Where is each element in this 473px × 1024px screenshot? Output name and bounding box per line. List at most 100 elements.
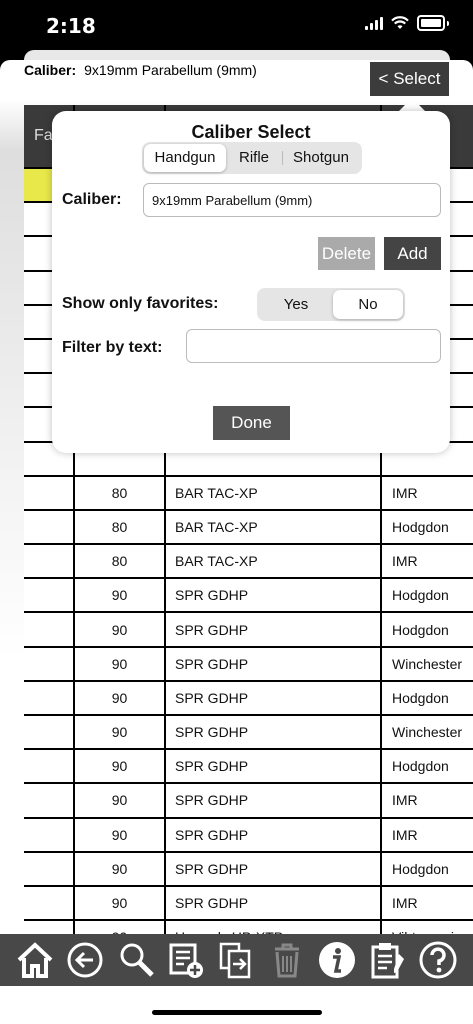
- filter-label: Filter by text:: [62, 339, 163, 356]
- segment-shotgun[interactable]: Shotgun: [283, 144, 359, 172]
- status-icons: [365, 15, 449, 31]
- cell-powder: Hodgdon: [392, 518, 449, 535]
- cell-favorite: [24, 886, 75, 920]
- info-icon[interactable]: [317, 940, 357, 980]
- segment-rifle[interactable]: Rifle: [226, 144, 282, 172]
- search-icon[interactable]: [116, 940, 156, 980]
- cell-bullet: BAR TAC-XP: [166, 476, 382, 509]
- cell-weight: 80: [75, 545, 166, 578]
- cell-favorite: [24, 784, 75, 817]
- table-row[interactable]: 90 SPR GDHP IMR: [24, 886, 473, 922]
- cell-favorite: [24, 579, 75, 612]
- cell-powder: IMR: [392, 826, 418, 843]
- signal-icon: [365, 16, 383, 30]
- segment-handgun[interactable]: Handgun: [144, 144, 226, 172]
- cell-powder: Hodgdon: [392, 689, 449, 706]
- cell-favorite: [24, 716, 75, 749]
- battery-icon: [417, 15, 445, 31]
- wifi-icon: [391, 16, 409, 29]
- table-row[interactable]: 90 SPR GDHP Hodgdon: [24, 750, 473, 785]
- cell-favorite: [24, 681, 75, 714]
- cell-bullet: SPR GDHP: [166, 784, 382, 817]
- home-indicator-area: [0, 986, 473, 1024]
- cell-powder: Hodgdon: [392, 621, 449, 638]
- select-caliber-button[interactable]: < Select: [370, 62, 449, 96]
- caliber-field[interactable]: 9x19mm Parabellum (9mm): [143, 183, 441, 217]
- back-icon[interactable]: [65, 940, 105, 980]
- cell-weight: 80: [75, 510, 166, 544]
- cell-powder: IMR: [392, 792, 418, 809]
- cell-powder: Hodgdon: [392, 860, 449, 877]
- dialog-title: Caliber Select: [191, 122, 311, 142]
- delete-button[interactable]: Delete: [318, 237, 375, 270]
- favorites-segmented-control: Yes No: [257, 288, 405, 321]
- table-row[interactable]: 90 SPR GDHP Hodgdon: [24, 852, 473, 887]
- done-button[interactable]: Done: [213, 406, 290, 440]
- table-row[interactable]: 90 SPR GDHP IMR: [24, 818, 473, 853]
- cell-powder: Hodgdon: [392, 758, 449, 775]
- caliber-select-dialog: Caliber Select Handgun Rifle Shotgun Cal…: [52, 111, 450, 453]
- bottom-toolbar: [0, 934, 473, 986]
- current-caliber: Caliber: 9x19mm Parabellum (9mm): [24, 62, 257, 78]
- status-time: 2:18: [46, 14, 96, 38]
- cell-favorite: [24, 545, 75, 578]
- cell-favorite: [24, 921, 75, 934]
- favorites-label: Show only favorites:: [62, 295, 219, 312]
- table-row[interactable]: 80 BAR TAC-XP Hodgdon: [24, 510, 473, 546]
- cell-bullet: SPR GDHP: [166, 852, 382, 885]
- cell-bullet: SPR GDHP: [166, 681, 382, 714]
- current-caliber-label: Caliber:: [24, 62, 77, 78]
- cell-weight: 90: [75, 784, 166, 817]
- header-label-favorite: Fa: [34, 127, 53, 144]
- cell-weight: 80: [75, 476, 166, 509]
- table-row[interactable]: 90 SPR GDHP Hodgdon: [24, 579, 473, 614]
- cell-weight: 90: [75, 886, 166, 920]
- cell-weight: 90: [75, 681, 166, 714]
- add-list-icon[interactable]: [166, 940, 206, 980]
- cell-bullet: SPR GDHP: [166, 750, 382, 783]
- cell-favorite: [24, 613, 75, 646]
- home-icon[interactable]: [15, 940, 55, 980]
- help-icon[interactable]: [418, 940, 458, 980]
- cell-powder: IMR: [392, 484, 418, 501]
- caliber-label: Caliber:: [62, 191, 122, 208]
- table-row[interactable]: 90 SPR GDHP Winchester: [24, 716, 473, 751]
- export-icon[interactable]: [216, 940, 256, 980]
- cell-powder: IMR: [392, 553, 418, 570]
- table-row[interactable]: 80 BAR TAC-XP IMR: [24, 545, 473, 580]
- table-row[interactable]: 80 BAR TAC-XP IMR: [24, 476, 473, 511]
- segment-no[interactable]: No: [333, 290, 403, 319]
- segment-yes[interactable]: Yes: [259, 290, 333, 319]
- cell-bullet: SPR GDHP: [166, 579, 382, 612]
- clipboard-icon[interactable]: [367, 940, 407, 980]
- table-row[interactable]: 90 SPR GDHP IMR: [24, 784, 473, 819]
- cell-bullet: SPR GDHP: [166, 613, 382, 646]
- current-caliber-value: 9x19mm Parabellum (9mm): [84, 62, 257, 78]
- table-row[interactable]: 90Hornady HP-XTPVihtavuori: [24, 921, 473, 934]
- cell-bullet: BAR TAC-XP: [166, 510, 382, 544]
- cell-bullet: SPR GDHP: [166, 647, 382, 680]
- cell-powder: Winchester: [392, 655, 463, 672]
- table-row[interactable]: 90 SPR GDHP Winchester: [24, 647, 473, 682]
- trash-icon[interactable]: [267, 940, 307, 980]
- home-indicator[interactable]: [152, 1010, 322, 1015]
- cell-weight: 90: [75, 647, 166, 680]
- caliber-field-value: 9x19mm Parabellum (9mm): [152, 192, 313, 208]
- cell-bullet: Hornady HP-XTP: [166, 921, 382, 934]
- cell-weight: 90: [75, 579, 166, 612]
- cell-weight: 90: [75, 921, 166, 934]
- cell-powder: IMR: [392, 895, 418, 912]
- status-bar: 2:18: [0, 0, 473, 50]
- cell-powder: Winchester: [392, 724, 463, 741]
- cell-favorite: [24, 750, 75, 783]
- table-row[interactable]: 90 SPR GDHP Hodgdon: [24, 681, 473, 716]
- cell-bullet: BAR TAC-XP: [166, 545, 382, 578]
- filter-text-input[interactable]: [186, 329, 441, 363]
- cell-favorite: [24, 818, 75, 851]
- cell-weight: 90: [75, 716, 166, 749]
- add-button[interactable]: Add: [384, 237, 441, 270]
- table-row[interactable]: 90 SPR GDHP Hodgdon: [24, 613, 473, 648]
- cell-powder: Hodgdon: [392, 587, 449, 604]
- cell-weight: 90: [75, 613, 166, 646]
- cell-favorite: [24, 510, 75, 544]
